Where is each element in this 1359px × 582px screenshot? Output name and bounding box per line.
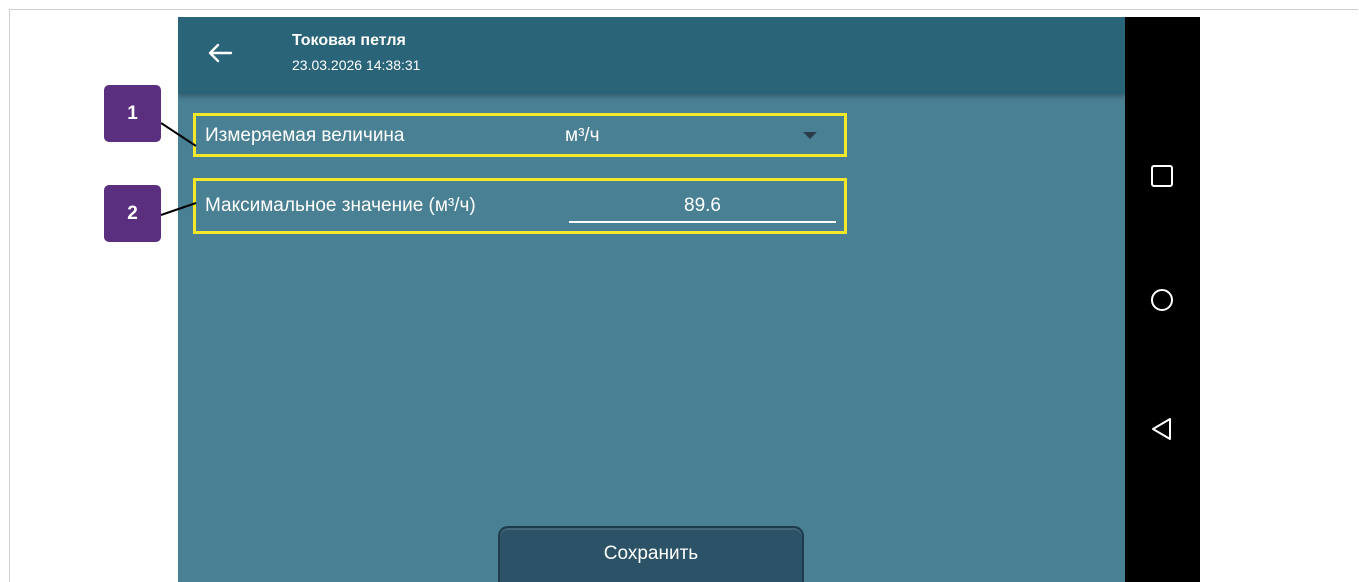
home-circle-icon[interactable]: [1149, 287, 1175, 313]
arrow-left-icon[interactable]: [204, 37, 236, 69]
page-timestamp: 23.03.2026 14:38:31: [292, 57, 421, 73]
recents-square-icon[interactable]: [1149, 163, 1175, 189]
save-button[interactable]: Сохранить: [498, 526, 804, 582]
max-value-field: Максимальное значение (м³/ч) 89.6: [193, 178, 847, 234]
system-navigation-bar: [1125, 17, 1200, 582]
callout-badge-1: 1: [104, 85, 161, 142]
back-triangle-icon[interactable]: [1149, 416, 1175, 442]
app-bar: Токовая петля 23.03.2026 14:38:31: [178, 17, 1125, 94]
page-title: Токовая петля: [292, 32, 406, 49]
measured-quantity-value[interactable]: м³/ч: [565, 125, 600, 147]
max-value-input[interactable]: 89.6: [569, 191, 836, 223]
max-value-label: Максимальное значение (м³/ч): [205, 195, 476, 216]
measured-quantity-dropdown[interactable]: Измеряемая величина м³/ч: [193, 113, 847, 157]
callout-badge-2: 2: [104, 185, 161, 242]
caret-down-icon[interactable]: [803, 132, 817, 139]
measured-quantity-label: Измеряемая величина: [205, 125, 405, 146]
app-screen: Токовая петля 23.03.2026 14:38:31 Измеря…: [178, 17, 1125, 582]
